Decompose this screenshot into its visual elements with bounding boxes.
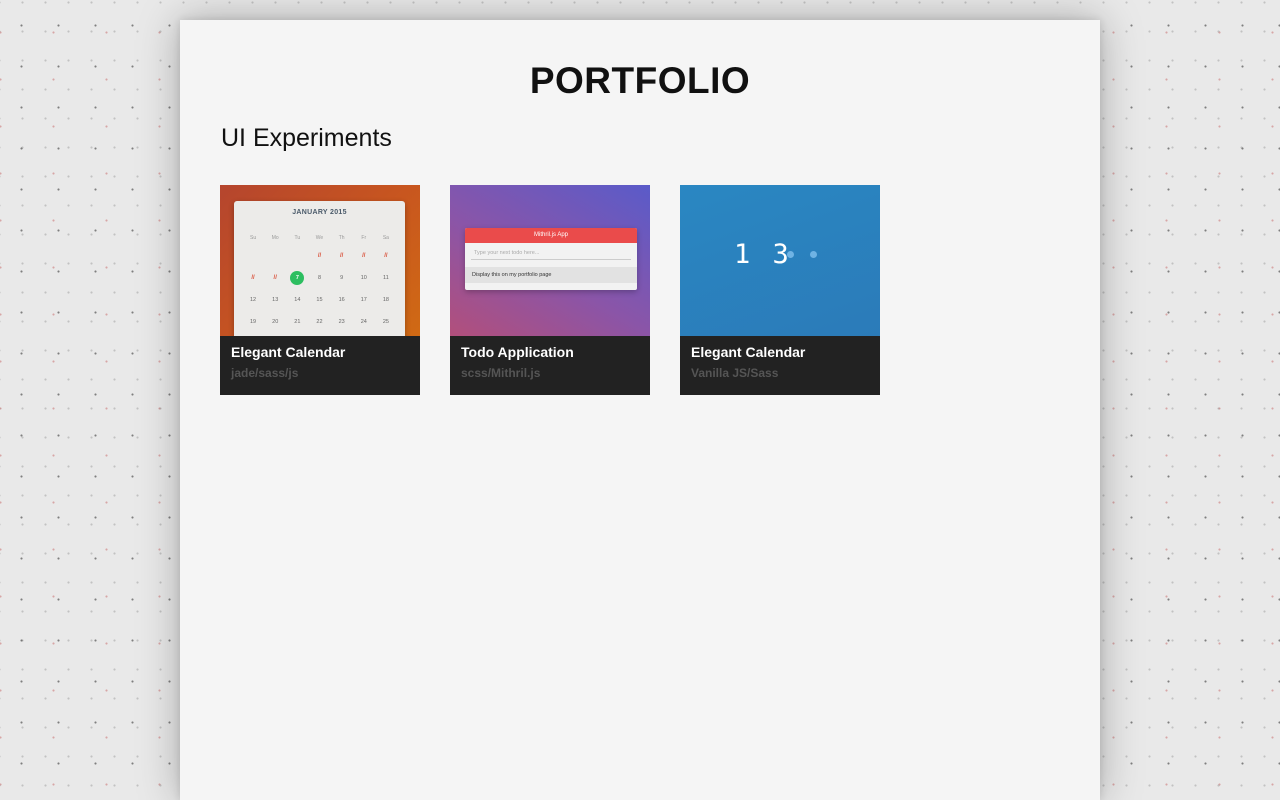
calendar-day: 15 bbox=[316, 297, 323, 303]
calendar-day: 14 bbox=[294, 297, 301, 303]
project-card-elegant-calendar[interactable]: JANUARY 2015 Su Mo Tu We Th Fr Sa // // // // // // 7… bbox=[220, 185, 420, 395]
clock-dot-2 bbox=[810, 251, 817, 258]
calendar-day: 17 bbox=[360, 297, 367, 303]
calendar-day bbox=[264, 245, 286, 267]
calendar-day: 11 bbox=[383, 275, 389, 281]
card-tech-stack: jade/sass/js bbox=[231, 366, 299, 380]
todo-thumbnail: Mithril.js App Type your next todo here.… bbox=[450, 185, 650, 336]
calendar-weekday: Fr bbox=[361, 235, 367, 241]
calendar-day: 23 bbox=[338, 319, 345, 325]
card-info: Elegant Calendar jade/sass/js bbox=[220, 336, 420, 395]
calendar-weekday: Su bbox=[250, 235, 257, 241]
card-title: Elegant Calendar bbox=[231, 344, 346, 360]
todo-app-title: Mithril.js App bbox=[465, 228, 637, 243]
card-info: Elegant Calendar Vanilla JS/Sass bbox=[680, 336, 880, 395]
calendar-grid: Su Mo Tu We Th Fr Sa // // // // // // 7 8 9 10 11 12 13 14 1… bbox=[242, 231, 397, 333]
card-tech-stack: Vanilla JS/Sass bbox=[691, 366, 779, 380]
clock-digits: 1 3 bbox=[734, 239, 792, 270]
card-title: Todo Application bbox=[461, 344, 574, 360]
card-tech-stack: scss/Mithril.js bbox=[461, 366, 541, 380]
calendar-thumbnail: JANUARY 2015 Su Mo Tu We Th Fr Sa // // // // // // 7… bbox=[220, 185, 420, 336]
calendar-day: 12 bbox=[250, 297, 257, 303]
clock-dot-1 bbox=[787, 251, 794, 258]
calendar-day: 19 bbox=[250, 319, 257, 325]
calendar-weekday: Tu bbox=[294, 235, 301, 241]
calendar-day: 24 bbox=[360, 319, 367, 325]
calendar-day: // bbox=[251, 275, 255, 281]
project-card-elegant-calendar-vanilla[interactable]: 1 3 Elegant Calendar Vanilla JS/Sass bbox=[680, 185, 880, 395]
calendar-day: 9 bbox=[340, 275, 344, 281]
portfolio-sheet: PORTFOLIO UI Experiments JANUARY 2015 Su… bbox=[180, 20, 1100, 800]
calendar-day: 21 bbox=[294, 319, 301, 325]
calendar-day: // bbox=[339, 253, 344, 259]
calendar-preview: JANUARY 2015 Su Mo Tu We Th Fr Sa // // // // // // 7… bbox=[234, 201, 405, 336]
card-title: Elegant Calendar bbox=[691, 344, 806, 360]
project-card-todo-application[interactable]: Mithril.js App Type your next todo here.… bbox=[450, 185, 650, 395]
calendar-weekday: We bbox=[315, 235, 324, 241]
calendar-weekday: Th bbox=[338, 235, 345, 241]
project-card-list: JANUARY 2015 Su Mo Tu We Th Fr Sa // // // // // // 7… bbox=[220, 185, 880, 395]
calendar-weekday: Mo bbox=[271, 235, 279, 241]
card-info: Todo Application scss/Mithril.js bbox=[450, 336, 650, 395]
calendar-day: // bbox=[384, 253, 388, 259]
todo-input-preview: Type your next todo here... bbox=[471, 247, 631, 260]
calendar-day: 10 bbox=[360, 275, 367, 281]
todo-app-preview: Mithril.js App Type your next todo here.… bbox=[465, 228, 637, 290]
page-title: PORTFOLIO bbox=[529, 60, 751, 101]
calendar-day: 20 bbox=[272, 319, 279, 325]
calendar-day bbox=[242, 245, 264, 267]
clock-thumbnail: 1 3 bbox=[680, 185, 880, 336]
calendar-day: 8 bbox=[317, 275, 322, 281]
calendar-day: 7 bbox=[286, 267, 308, 289]
calendar-day: // bbox=[362, 253, 366, 259]
calendar-day: 16 bbox=[338, 297, 345, 303]
todo-item-preview: Display this on my portfolio page bbox=[465, 267, 637, 283]
calendar-day bbox=[286, 245, 308, 267]
calendar-day: 13 bbox=[272, 297, 279, 303]
calendar-month-label: JANUARY 2015 bbox=[292, 209, 347, 216]
calendar-day: // bbox=[273, 275, 277, 281]
calendar-day: 25 bbox=[382, 319, 389, 325]
calendar-day: // bbox=[317, 253, 322, 259]
calendar-day: 18 bbox=[382, 297, 389, 303]
section-title: UI Experiments bbox=[221, 124, 392, 152]
calendar-day: 22 bbox=[316, 319, 323, 325]
calendar-weekday: Sa bbox=[382, 235, 389, 241]
